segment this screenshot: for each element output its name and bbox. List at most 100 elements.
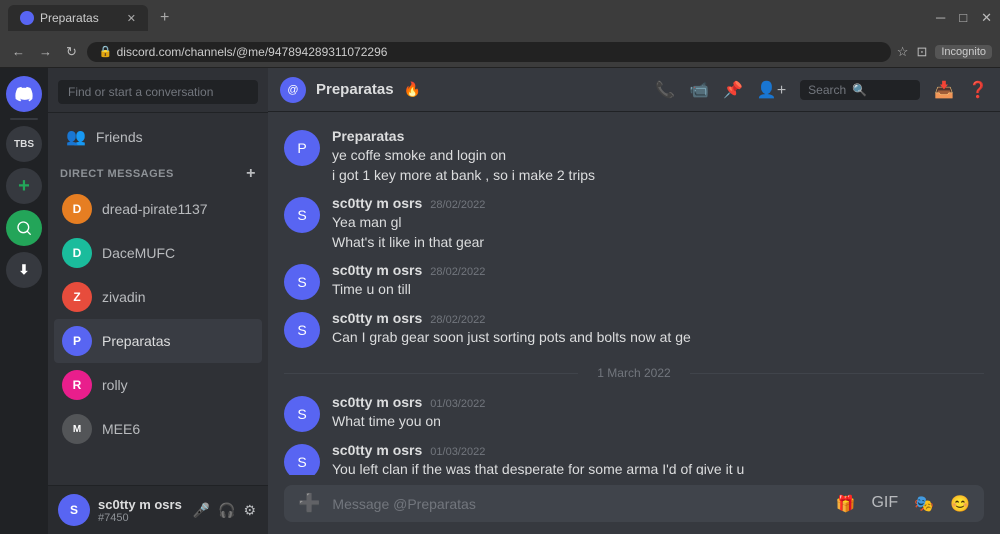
dm-name-dread: dread-pirate1137 <box>102 201 208 217</box>
browser-chrome: Preparatas ✕ + ─ □ ✕ <box>0 0 1000 36</box>
message-header: Preparatas <box>332 128 984 144</box>
dm-add-button[interactable]: + <box>246 165 256 183</box>
gift-button[interactable]: 🎁 <box>832 490 860 518</box>
address-bar-actions: ☆ ⊡ Incognito <box>897 44 992 60</box>
dm-item-zivadin[interactable]: Z zivadin <box>54 275 262 319</box>
sticker-button[interactable]: 🎭 <box>910 490 938 518</box>
user-controls: 🎤 🎧 ⚙ <box>191 500 258 521</box>
call-button[interactable]: 📞 <box>655 80 675 100</box>
refresh-button[interactable]: ↻ <box>62 44 81 60</box>
message-timestamp: 28/02/2022 <box>430 314 485 326</box>
chat-search-placeholder: Search <box>808 83 846 97</box>
emoji-button[interactable]: 😊 <box>946 490 974 518</box>
chat-header-avatar: @ <box>280 77 306 103</box>
dm-item-rolly[interactable]: R rolly <box>54 363 262 407</box>
dm-item-mee6[interactable]: M MEE6 <box>54 407 262 451</box>
message-username: sc0tty m osrs <box>332 442 422 458</box>
attach-button[interactable]: ➕ <box>294 485 324 522</box>
help-button[interactable]: ❓ <box>968 80 988 100</box>
message-avatar: S <box>284 312 320 348</box>
dm-name-dacemufc: DaceMUFC <box>102 245 175 261</box>
deafen-button[interactable]: 🎧 <box>216 500 237 521</box>
message-content: sc0tty m osrs 01/03/2022 What time you o… <box>332 394 984 432</box>
message-group: S sc0tty m osrs 28/02/2022 Can I grab ge… <box>284 306 984 352</box>
close-button[interactable]: ✕ <box>981 10 992 26</box>
settings-button[interactable]: ⚙ <box>241 500 258 521</box>
dm-item-dread[interactable]: D dread-pirate1137 <box>54 187 262 231</box>
server-icon-add[interactable]: + <box>6 168 42 204</box>
message-text: What's it like in that gear <box>332 233 984 253</box>
maximize-button[interactable]: □ <box>959 10 967 26</box>
message-avatar: S <box>284 197 320 233</box>
chat-area: @ Preparatas 🔥 📞 📹 📌 👤+ Search 🔍 📥 ❓ <box>268 68 1000 534</box>
gif-button[interactable]: GIF <box>867 490 902 518</box>
avatar-dacemufc: D <box>62 238 92 268</box>
incognito-badge: Incognito <box>935 45 992 59</box>
new-tab-button[interactable]: + <box>154 9 175 27</box>
back-button[interactable]: ← <box>8 44 29 59</box>
message-timestamp: 01/03/2022 <box>430 398 485 410</box>
browser-tab[interactable]: Preparatas ✕ <box>8 5 148 31</box>
message-text: What time you on <box>332 412 984 432</box>
message-avatar: S <box>284 396 320 432</box>
dm-name-zivadin: zivadin <box>102 289 146 305</box>
message-username: Preparatas <box>332 128 404 144</box>
cast-icon[interactable]: ⊡ <box>916 44 927 60</box>
dm-section-label: DIRECT MESSAGES <box>60 168 174 180</box>
message-timestamp: 01/03/2022 <box>430 446 485 458</box>
date-divider: 1 March 2022 <box>284 366 984 380</box>
avatar-mee6: M <box>62 414 92 444</box>
inbox-button[interactable]: 📥 <box>934 80 954 100</box>
chat-search[interactable]: Search 🔍 <box>800 80 920 100</box>
tab-favicon <box>20 11 34 25</box>
message-header: sc0tty m osrs 28/02/2022 <box>332 195 984 211</box>
forward-button[interactable]: → <box>35 44 56 59</box>
minimize-button[interactable]: ─ <box>936 10 945 26</box>
message-text: i got 1 key more at bank , so i make 2 t… <box>332 166 984 186</box>
tab-title: Preparatas <box>40 11 99 25</box>
server-icon-tbs[interactable]: TBS <box>6 126 42 162</box>
user-avatar: S <box>58 494 90 526</box>
message-text: Can I grab gear soon just sorting pots a… <box>332 328 984 348</box>
add-friend-button[interactable]: 👤+ <box>757 80 786 100</box>
friends-icon: 👥 <box>66 127 86 147</box>
message-avatar: S <box>284 444 320 475</box>
message-text: You left clan if the was that desperate … <box>332 460 984 475</box>
avatar-dread: D <box>62 194 92 224</box>
conversation-search[interactable]: Find or start a conversation <box>58 80 258 104</box>
address-bar[interactable]: 🔒 discord.com/channels/@me/9478942893110… <box>87 42 891 62</box>
server-icon-home[interactable] <box>6 76 42 112</box>
address-bar-row: ← → ↻ 🔒 discord.com/channels/@me/9478942… <box>0 36 1000 68</box>
dm-section-header: DIRECT MESSAGES + <box>48 155 268 187</box>
video-button[interactable]: 📹 <box>689 80 709 100</box>
message-content: sc0tty m osrs 01/03/2022 You left clan i… <box>332 442 984 475</box>
server-icon-explore[interactable] <box>6 210 42 246</box>
star-icon[interactable]: ☆ <box>897 44 909 60</box>
chat-header-emoji: 🔥 <box>404 81 421 98</box>
dm-name-preparatas: Preparatas <box>102 333 170 349</box>
message-username: sc0tty m osrs <box>332 310 422 326</box>
server-icon-dm[interactable]: ⬇ <box>6 252 42 288</box>
message-text: ye coffe smoke and login on <box>332 146 984 166</box>
message-input[interactable] <box>332 486 823 522</box>
message-group: S sc0tty m osrs 01/03/2022 You left clan… <box>284 438 984 475</box>
friends-label: Friends <box>96 129 143 145</box>
chat-header-name: Preparatas <box>316 81 394 98</box>
dm-name-rolly: rolly <box>102 377 128 393</box>
message-text: Yea man gl <box>332 213 984 233</box>
user-name: sc0tty m osrs <box>98 497 183 512</box>
message-content: Preparatas ye coffe smoke and login on i… <box>332 128 984 185</box>
message-input-area: ➕ 🎁 GIF 🎭 😊 <box>268 475 1000 534</box>
tab-close-button[interactable]: ✕ <box>127 12 136 25</box>
mute-button[interactable]: 🎤 <box>191 500 212 521</box>
chat-header: @ Preparatas 🔥 📞 📹 📌 👤+ Search 🔍 📥 ❓ <box>268 68 1000 112</box>
url-text: discord.com/channels/@me/947894289311072… <box>117 45 388 59</box>
friends-nav-item[interactable]: 👥 Friends <box>54 119 262 155</box>
dm-item-dacemufc[interactable]: D DaceMUFC <box>54 231 262 275</box>
dm-item-preparatas[interactable]: P Preparatas <box>54 319 262 363</box>
server-sidebar: TBS + ⬇ <box>0 68 48 534</box>
channel-sidebar: Find or start a conversation 👥 Friends D… <box>48 68 268 534</box>
message-username: sc0tty m osrs <box>332 262 422 278</box>
message-group: S sc0tty m osrs 28/02/2022 Time u on til… <box>284 258 984 304</box>
pin-button[interactable]: 📌 <box>723 80 743 100</box>
